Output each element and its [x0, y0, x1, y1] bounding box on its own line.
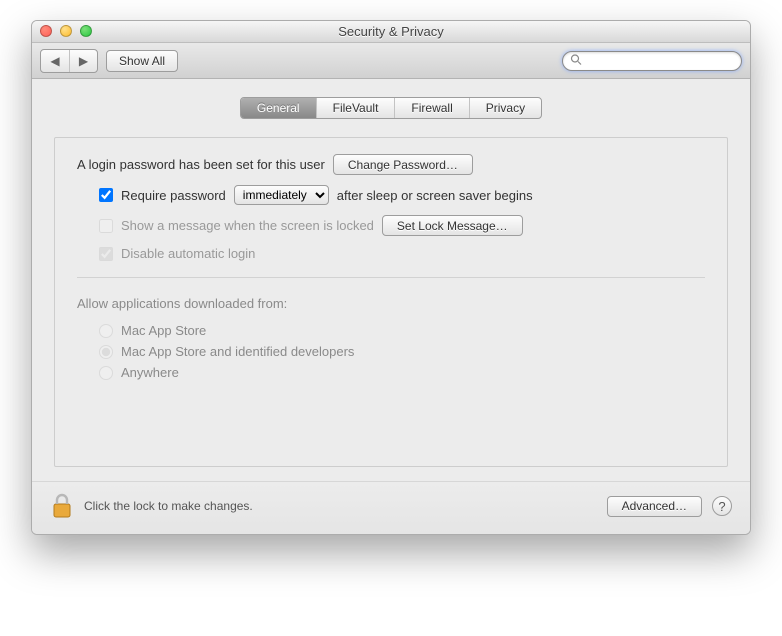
gatekeeper-label-anywhere: Anywhere	[121, 365, 179, 380]
chevron-left-icon: ◀	[50, 54, 59, 68]
general-panel: A login password has been set for this u…	[54, 137, 728, 467]
gatekeeper-label-identified: Mac App Store and identified developers	[121, 344, 354, 359]
gatekeeper-radio-mas[interactable]	[99, 324, 113, 338]
gatekeeper-option-row: Mac App Store and identified developers	[99, 344, 705, 359]
gatekeeper-option-row: Mac App Store	[99, 323, 705, 338]
advanced-button[interactable]: Advanced…	[607, 496, 702, 517]
gatekeeper-radio-anywhere[interactable]	[99, 366, 113, 380]
require-password-label-before: Require password	[121, 188, 226, 203]
back-button[interactable]: ◀	[41, 50, 69, 72]
show-message-checkbox[interactable]	[99, 219, 113, 233]
show-message-label: Show a message when the screen is locked	[121, 218, 374, 233]
zoom-window-button[interactable]	[80, 25, 92, 37]
search-icon	[570, 53, 582, 68]
tab-segment: General FileVault Firewall Privacy	[54, 97, 728, 119]
content-area: General FileVault Firewall Privacy A log…	[32, 79, 750, 481]
toolbar: ◀ ▶ Show All	[32, 43, 750, 79]
close-window-button[interactable]	[40, 25, 52, 37]
gatekeeper-label-mas: Mac App Store	[121, 323, 206, 338]
preferences-window: Security & Privacy ◀ ▶ Show All General …	[31, 20, 751, 535]
tab-general[interactable]: General	[241, 98, 316, 118]
chevron-right-icon: ▶	[79, 54, 88, 68]
login-password-row: A login password has been set for this u…	[77, 154, 705, 175]
require-password-label-after: after sleep or screen saver begins	[337, 188, 533, 203]
login-status-text: A login password has been set for this u…	[77, 157, 325, 172]
change-password-button[interactable]: Change Password…	[333, 154, 473, 175]
nav-buttons: ◀ ▶	[40, 49, 98, 73]
footer: Click the lock to make changes. Advanced…	[32, 481, 750, 534]
tab-firewall[interactable]: Firewall	[394, 98, 468, 118]
titlebar: Security & Privacy	[32, 21, 750, 43]
disable-auto-login-checkbox[interactable]	[99, 247, 113, 261]
require-password-row: Require password immediately after sleep…	[99, 185, 705, 205]
gatekeeper-section-label: Allow applications downloaded from:	[77, 296, 705, 311]
disable-auto-login-label: Disable automatic login	[121, 246, 255, 261]
minimize-window-button[interactable]	[60, 25, 72, 37]
lock-button[interactable]	[50, 492, 74, 520]
show-all-button[interactable]: Show All	[106, 50, 178, 72]
window-title: Security & Privacy	[32, 24, 750, 39]
help-icon: ?	[718, 499, 725, 514]
lock-icon	[50, 492, 74, 520]
show-message-row: Show a message when the screen is locked…	[99, 215, 705, 236]
gatekeeper-options: Mac App Store Mac App Store and identifi…	[99, 323, 705, 380]
gatekeeper-radio-identified[interactable]	[99, 345, 113, 359]
gatekeeper-option-row: Anywhere	[99, 365, 705, 380]
lock-help-text: Click the lock to make changes.	[84, 499, 253, 513]
tab-filevault[interactable]: FileVault	[316, 98, 395, 118]
require-password-delay-select[interactable]: immediately	[234, 185, 329, 205]
disable-auto-login-row: Disable automatic login	[99, 246, 705, 261]
forward-button[interactable]: ▶	[69, 50, 97, 72]
set-lock-message-button[interactable]: Set Lock Message…	[382, 215, 523, 236]
traffic-lights	[40, 25, 92, 37]
require-password-checkbox[interactable]	[99, 188, 113, 202]
search-wrap	[562, 51, 742, 71]
divider	[77, 277, 705, 278]
search-input[interactable]	[562, 51, 742, 71]
help-button[interactable]: ?	[712, 496, 732, 516]
tab-privacy[interactable]: Privacy	[469, 98, 541, 118]
